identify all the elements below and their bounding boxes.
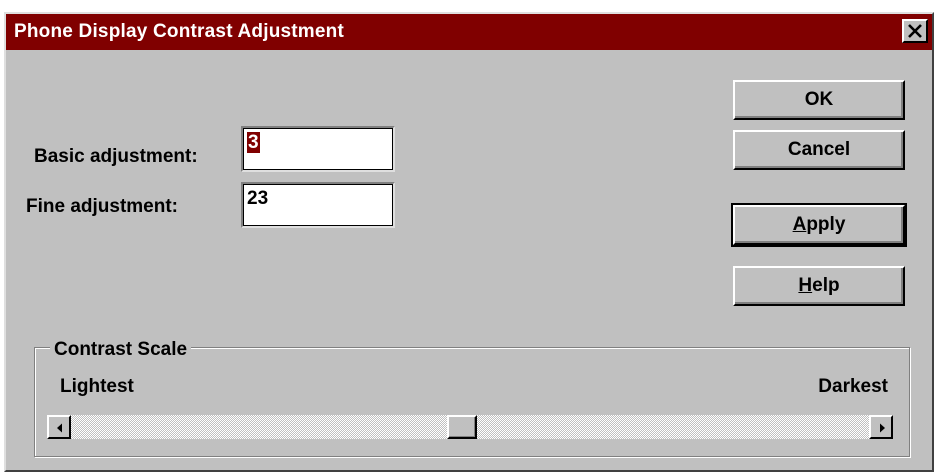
right-arrow-icon xyxy=(880,423,885,433)
apply-button[interactable]: Apply xyxy=(731,203,907,247)
scroll-left-button[interactable] xyxy=(47,415,71,439)
apply-label-rest: pply xyxy=(806,214,846,235)
apply-button-label: Apply xyxy=(793,214,846,235)
basic-adjustment-field[interactable]: 3 xyxy=(241,126,395,172)
contrast-scrollbar[interactable] xyxy=(46,414,894,440)
ok-button-label: OK xyxy=(804,89,834,110)
help-mnemonic: H xyxy=(798,275,813,296)
apply-mnemonic: A xyxy=(792,214,807,235)
close-button[interactable] xyxy=(902,19,928,43)
fine-adjustment-label: Fine adjustment: xyxy=(26,196,179,217)
help-button-label: Help xyxy=(798,275,839,296)
basic-adjustment-value: 3 xyxy=(247,132,260,153)
contrast-dialog: Phone Display Contrast Adjustment Basic … xyxy=(4,12,934,472)
cancel-button[interactable]: Cancel xyxy=(733,130,905,170)
basic-adjustment-label: Basic adjustment: xyxy=(34,146,198,167)
contrast-scale-group xyxy=(34,347,910,457)
contrast-scale-title: Contrast Scale xyxy=(50,340,192,360)
cancel-button-label: Cancel xyxy=(787,139,851,160)
lightest-label: Lightest xyxy=(60,376,134,397)
help-button[interactable]: Help xyxy=(733,266,905,306)
ok-button[interactable]: OK xyxy=(733,80,905,120)
darkest-label: Darkest xyxy=(818,376,888,397)
fine-adjustment-field[interactable]: 23 xyxy=(241,182,395,228)
window-title: Phone Display Contrast Adjustment xyxy=(14,21,344,42)
scroll-right-button[interactable] xyxy=(869,415,893,439)
scroll-thumb[interactable] xyxy=(447,415,477,439)
help-label-rest: elp xyxy=(812,275,840,296)
fine-adjustment-value: 23 xyxy=(247,188,269,209)
title-bar[interactable]: Phone Display Contrast Adjustment xyxy=(6,14,932,50)
left-arrow-icon xyxy=(57,423,62,433)
close-x-icon xyxy=(908,24,922,38)
